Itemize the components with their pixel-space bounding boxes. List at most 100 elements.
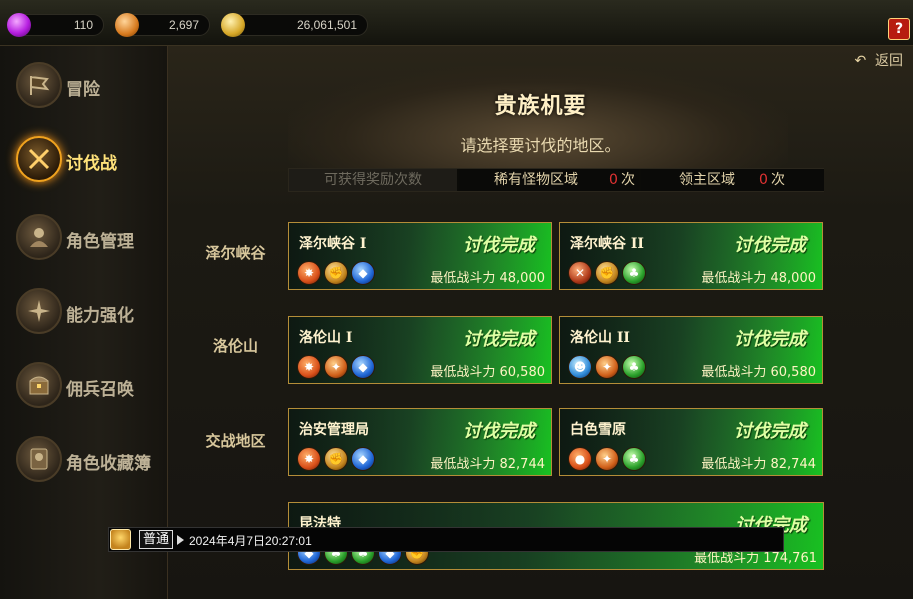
resource-bar: 110 2,697 26,061,501 ? bbox=[0, 0, 913, 46]
chevron-right-icon bbox=[177, 535, 184, 545]
shuriken-icon bbox=[16, 288, 62, 334]
flag-icon bbox=[16, 62, 62, 108]
subjugation-panel: ↶ 返回 贵族机要 请选择要讨伐的地区。 可获得奖励次数 稀有怪物区域 0 次 … bbox=[168, 46, 913, 599]
torch-icon: ✦ bbox=[595, 447, 619, 471]
torch-icon: ✦ bbox=[324, 355, 348, 379]
coin-value: 2,697 bbox=[168, 18, 199, 32]
back-button[interactable]: ↶ 返回 bbox=[855, 50, 903, 70]
sidebar-item-label: 能力强化 bbox=[66, 306, 134, 326]
dungeon-card[interactable]: 治安管理局 讨伐完成 ✸ ✊ ◆ 最低战斗力 82,744 bbox=[288, 408, 552, 476]
rare-area-stat: 稀有怪物区域 0 次 bbox=[459, 169, 639, 191]
back-arrow-icon: ↶ bbox=[854, 53, 867, 69]
water-icon: ◆ bbox=[351, 261, 375, 285]
cleared-status: 讨伐完成 bbox=[463, 329, 535, 350]
chest-icon bbox=[16, 362, 62, 408]
min-power: 最低战斗力 82,744 bbox=[430, 457, 545, 472]
region-label: 泽尔峡谷 bbox=[205, 244, 266, 262]
dungeon-card[interactable]: 洛伦山 I 讨伐完成 ✸ ✦ ◆ 最低战斗力 60,580 bbox=[288, 316, 552, 384]
sidebar-item-character[interactable]: 角色管理 bbox=[14, 212, 168, 264]
min-power: 最低战斗力 60,580 bbox=[430, 365, 545, 380]
element-icons: ✸ ✦ ◆ bbox=[297, 355, 378, 379]
sidebar: 冒险 讨伐战 角色管理 能力强化 佣兵召唤 角色收藏簿 bbox=[0, 46, 168, 599]
element-icons: ✕ ✊ ♣ bbox=[568, 261, 649, 285]
chat-emoji-button[interactable] bbox=[110, 529, 131, 550]
dungeon-name: 洛伦山 I bbox=[299, 330, 353, 346]
boss-area-label: 领主区域 bbox=[679, 172, 735, 188]
sidebar-item-label: 角色管理 bbox=[66, 232, 134, 252]
clover-icon: ♣ bbox=[622, 355, 646, 379]
boss-area-stat: 领主区域 0 次 bbox=[641, 169, 824, 191]
min-power: 最低战斗力 60,580 bbox=[701, 365, 816, 380]
mask-icon: ☻ bbox=[568, 355, 592, 379]
region-label: 交战地区 bbox=[205, 432, 266, 450]
dungeon-name: 治安管理局 bbox=[299, 422, 369, 438]
torch-icon: ✦ bbox=[595, 355, 619, 379]
rare-area-unit: 次 bbox=[621, 172, 635, 188]
sidebar-item-label: 讨伐战 bbox=[66, 154, 117, 174]
chat-timestamp: 2024年4月7日20:27:01 bbox=[189, 534, 312, 548]
water-icon: ◆ bbox=[351, 447, 375, 471]
sidebar-item-collection[interactable]: 角色收藏簿 bbox=[14, 434, 168, 486]
min-power: 最低战斗力 48,000 bbox=[430, 271, 545, 286]
water-icon: ◆ bbox=[351, 355, 375, 379]
sidebar-item-adventure[interactable]: 冒险 bbox=[14, 60, 168, 112]
boss-area-count: 0 bbox=[759, 172, 768, 188]
dungeon-name: 洛伦山 II bbox=[570, 330, 630, 346]
clover-icon: ♣ bbox=[622, 261, 646, 285]
page-subtitle: 请选择要讨伐的地区。 bbox=[460, 136, 621, 155]
fire-emblem-icon: ✸ bbox=[297, 447, 321, 471]
element-icons: ☻ ✦ ♣ bbox=[568, 355, 649, 379]
dungeon-name: 白色雪原 bbox=[570, 422, 626, 438]
crossed-swords-icon bbox=[16, 136, 62, 182]
dungeon-card[interactable]: 泽尔峡谷 I 讨伐完成 ✸ ✊ ◆ 最低战斗力 48,000 bbox=[288, 222, 552, 290]
chat-channel-button[interactable]: 普通 bbox=[139, 530, 174, 549]
gem-counter: 110 bbox=[7, 13, 104, 37]
dungeon-name: 泽尔峡谷 I bbox=[299, 236, 367, 252]
book-icon bbox=[16, 436, 62, 482]
fist-icon: ✊ bbox=[324, 261, 348, 285]
chat-bar: 普通 2024年4月7日20:27:01 bbox=[108, 527, 784, 552]
sidebar-item-enhance[interactable]: 能力强化 bbox=[14, 286, 168, 338]
clover-icon: ♣ bbox=[622, 447, 646, 471]
sidebar-item-label: 佣兵召唤 bbox=[66, 380, 134, 400]
dungeon-card[interactable]: 泽尔峡谷 II 讨伐完成 ✕ ✊ ♣ 最低战斗力 48,000 bbox=[559, 222, 823, 290]
gold-counter: 26,061,501 bbox=[221, 13, 368, 37]
element-icons: ● ✦ ♣ bbox=[568, 447, 649, 471]
rewards-label: 可获得奖励次数 bbox=[289, 169, 457, 191]
fire-emblem-icon: ✸ bbox=[297, 261, 321, 285]
boss-area-unit: 次 bbox=[771, 172, 785, 188]
gem-icon bbox=[7, 13, 31, 37]
cleared-status: 讨伐完成 bbox=[463, 235, 535, 256]
min-power: 最低战斗力 48,000 bbox=[701, 271, 816, 286]
back-label: 返回 bbox=[875, 53, 903, 69]
sidebar-item-subjugation[interactable]: 讨伐战 bbox=[14, 134, 168, 186]
cleared-status: 讨伐完成 bbox=[734, 329, 806, 350]
cleared-status: 讨伐完成 bbox=[734, 421, 806, 442]
fist-icon: ✊ bbox=[595, 261, 619, 285]
dungeon-card[interactable]: 洛伦山 II 讨伐完成 ☻ ✦ ♣ 最低战斗力 60,580 bbox=[559, 316, 823, 384]
character-icon bbox=[16, 214, 62, 260]
help-button[interactable]: ? bbox=[888, 18, 910, 40]
element-icons: ✸ ✊ ◆ bbox=[297, 447, 378, 471]
coin-icon bbox=[115, 13, 139, 37]
element-icons: ✸ ✊ ◆ bbox=[297, 261, 378, 285]
fist-icon: ✊ bbox=[324, 447, 348, 471]
fire-emblem-icon: ● bbox=[568, 447, 592, 471]
dungeon-name: 泽尔峡谷 II bbox=[570, 236, 644, 252]
rare-area-label: 稀有怪物区域 bbox=[494, 172, 578, 188]
coin-counter: 2,697 bbox=[115, 13, 210, 37]
min-power: 最低战斗力 82,744 bbox=[701, 457, 816, 472]
region-label: 洛伦山 bbox=[212, 337, 258, 355]
crossed-swords-icon: ✕ bbox=[568, 261, 592, 285]
gold-icon bbox=[221, 13, 245, 37]
fire-emblem-icon: ✸ bbox=[297, 355, 321, 379]
rare-area-count: 0 bbox=[609, 172, 618, 188]
sidebar-item-summon[interactable]: 佣兵召唤 bbox=[14, 360, 168, 412]
reward-stats-bar: 可获得奖励次数 稀有怪物区域 0 次 领主区域 0 次 bbox=[288, 168, 824, 192]
gold-value: 26,061,501 bbox=[296, 18, 357, 32]
gem-value: 110 bbox=[73, 18, 93, 32]
cleared-status: 讨伐完成 bbox=[734, 235, 806, 256]
dungeon-card[interactable]: 白色雪原 讨伐完成 ● ✦ ♣ 最低战斗力 82,744 bbox=[559, 408, 823, 476]
sidebar-item-label: 冒险 bbox=[66, 80, 100, 100]
page-title: 贵族机要 bbox=[494, 94, 587, 119]
